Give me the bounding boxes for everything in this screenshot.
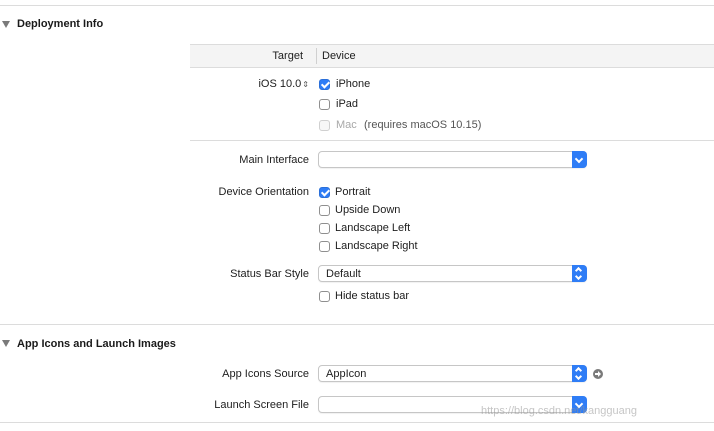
up-down-chevron-icon[interactable] xyxy=(572,265,587,282)
column-divider xyxy=(316,48,317,64)
device-label-ipad: iPad xyxy=(336,98,359,110)
column-header-target: Target xyxy=(272,50,303,62)
launch-screen-file-label: Launch Screen File xyxy=(214,399,309,411)
hide-status-bar-label: Hide status bar xyxy=(335,290,409,302)
ios-version-label: iOS 10.0 xyxy=(258,78,302,90)
bottom-divider xyxy=(0,422,714,423)
orientation-label-portrait: Portrait xyxy=(335,186,371,198)
device-label-iphone: iPhone xyxy=(336,78,371,90)
status-bar-style-popup[interactable]: Default xyxy=(318,265,587,282)
main-interface-label: Main Interface xyxy=(239,154,309,166)
disclosure-triangle-down-icon[interactable] xyxy=(2,21,10,28)
device-note-mac: (requires macOS 10.15) xyxy=(364,119,482,131)
chevron-down-icon[interactable] xyxy=(572,151,587,168)
status-bar-style-label: Status Bar Style xyxy=(230,268,309,280)
orientation-label-landscape-right: Landscape Right xyxy=(335,240,418,252)
orientation-checkbox-landscape-right[interactable] xyxy=(319,241,330,252)
circle-arrow-right-icon[interactable] xyxy=(593,369,603,379)
status-bar-style-value: Default xyxy=(326,268,361,280)
app-icons-source-label: App Icons Source xyxy=(222,368,309,380)
device-checkbox-ipad[interactable] xyxy=(319,99,330,110)
app-icons-source-value: AppIcon xyxy=(326,368,367,380)
ios-version-stepper[interactable]: iOS 10.0⇕ xyxy=(190,78,309,90)
watermark-text: https://blog.csdn.net/kangguang xyxy=(481,405,637,417)
device-checkbox-iphone[interactable] xyxy=(319,79,330,90)
section-divider xyxy=(0,324,714,325)
orientation-checkbox-landscape-left[interactable] xyxy=(319,223,330,234)
section-title-deployment: Deployment Info xyxy=(17,18,104,30)
up-down-chevron-icon[interactable]: ⇕ xyxy=(302,80,309,89)
top-divider xyxy=(0,5,714,6)
disclosure-triangle-down-icon[interactable] xyxy=(2,340,10,347)
up-down-chevron-icon[interactable] xyxy=(572,365,587,382)
hide-status-bar-checkbox[interactable] xyxy=(319,291,330,302)
section-title-app-icons: App Icons and Launch Images xyxy=(17,338,176,350)
device-label-mac: Mac xyxy=(336,119,357,131)
orientation-label-upside-down: Upside Down xyxy=(335,204,401,216)
main-interface-combobox[interactable] xyxy=(318,151,587,168)
app-icons-source-popup[interactable]: AppIcon xyxy=(318,365,587,382)
devices-divider xyxy=(190,140,714,141)
orientation-label-landscape-left: Landscape Left xyxy=(335,222,411,234)
orientation-checkbox-portrait[interactable] xyxy=(319,187,330,198)
device-orientation-label: Device Orientation xyxy=(218,186,310,198)
column-header-device: Device xyxy=(322,50,356,62)
device-checkbox-mac[interactable] xyxy=(319,120,330,131)
orientation-checkbox-upside-down[interactable] xyxy=(319,205,330,216)
